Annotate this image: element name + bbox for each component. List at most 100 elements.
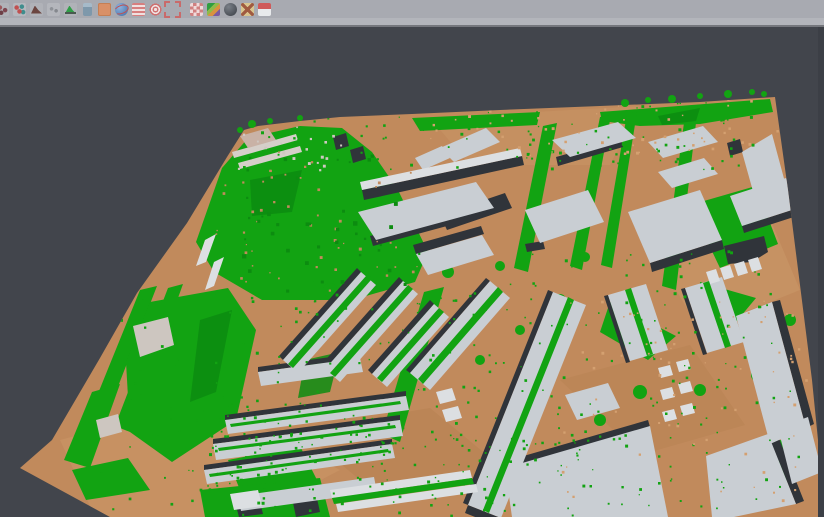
grid-classify-button[interactable]	[188, 1, 205, 18]
speckle-dot	[658, 422, 660, 424]
speckle-dot	[677, 138, 679, 140]
viewport-3d[interactable]	[0, 27, 824, 517]
speckle-dot	[571, 124, 572, 125]
speckle-dot	[609, 148, 611, 150]
speckle-dot	[474, 292, 476, 294]
speckle-dot	[582, 351, 584, 353]
speckle-dot	[217, 412, 219, 414]
speckle-dot	[326, 157, 329, 160]
speckle-dot	[766, 96, 768, 98]
speckle-dot	[701, 137, 703, 139]
speckle-dot	[660, 160, 662, 162]
speckle-dot	[586, 358, 588, 360]
speckle-dot	[295, 321, 298, 324]
speckle-dot	[300, 432, 303, 435]
speckle-dot	[706, 452, 708, 454]
speckle-dot	[263, 497, 265, 499]
speckle-dot	[218, 419, 221, 422]
speckle-dot	[215, 446, 216, 447]
speckle-dot	[177, 359, 179, 361]
speckle-dot	[359, 425, 360, 426]
speckle-dot	[562, 471, 565, 474]
globe-3d-button[interactable]	[113, 1, 130, 18]
speckle-dot	[680, 259, 683, 262]
colormap-button[interactable]	[205, 1, 222, 18]
speckle-dot	[128, 367, 130, 369]
speckle-dot	[756, 401, 759, 404]
speckle-dot	[806, 317, 807, 318]
selection-box-button[interactable]	[164, 1, 181, 18]
speckle-dot	[242, 254, 246, 258]
speckle-dot	[648, 505, 649, 506]
speckle-dot	[599, 436, 601, 438]
speckle-dot	[536, 111, 538, 113]
speckle-dot	[670, 348, 671, 349]
speckle-dot	[551, 151, 552, 152]
speckle-dot	[359, 254, 361, 256]
speckle-dot	[460, 434, 462, 436]
viewport-3d-canvas[interactable]	[0, 27, 824, 517]
target-circle-button[interactable]	[147, 1, 164, 18]
sphere-shaded-button[interactable]	[222, 1, 239, 18]
speckle-dot	[408, 160, 410, 162]
speckle-dot	[243, 232, 245, 234]
speckle-dot	[535, 285, 537, 287]
speckle-dot	[311, 161, 313, 163]
speckle-dot	[639, 488, 642, 491]
speckle-dot	[305, 261, 309, 265]
points-cluster-red-button[interactable]	[0, 1, 11, 18]
speckle-dot	[170, 418, 172, 420]
speckle-dot	[171, 503, 174, 506]
edge-trees-blob	[749, 89, 755, 95]
speckle-dot	[100, 472, 103, 475]
speckle-dot	[317, 188, 320, 191]
speckle-dot	[539, 482, 541, 484]
speckle-dot	[386, 274, 388, 276]
flag-tool-button[interactable]	[256, 1, 273, 18]
speckle-dot	[483, 509, 485, 511]
speckle-dot	[637, 312, 639, 314]
ortho-view-button[interactable]	[96, 1, 113, 18]
speckle-dot	[582, 485, 585, 488]
speckle-dot	[625, 301, 628, 304]
speckle-dot	[691, 318, 694, 321]
speckle-dot	[252, 265, 254, 267]
speckle-dot	[246, 244, 247, 245]
speckle-dot	[538, 126, 539, 127]
profile-view-button[interactable]	[79, 1, 96, 18]
speckle-dot	[378, 249, 381, 252]
speckle-dot	[673, 394, 675, 396]
speckle-dot	[529, 144, 531, 146]
speckle-dot	[790, 358, 792, 360]
points-sparse-button[interactable]	[45, 1, 62, 18]
terrain-dark-button[interactable]	[28, 1, 45, 18]
classified-points-button[interactable]	[11, 1, 28, 18]
speckle-dot	[375, 186, 377, 188]
speckle-dot	[733, 301, 735, 303]
speckle-dot	[623, 119, 625, 121]
speckle-dot	[788, 438, 790, 440]
layers-red-button[interactable]	[130, 1, 147, 18]
flag-tool-icon	[258, 3, 271, 16]
speckle-dot	[769, 440, 771, 442]
clip-cross-button[interactable]	[239, 1, 256, 18]
speckle-dot	[617, 163, 619, 165]
speckle-dot	[531, 158, 533, 160]
speckle-dot	[302, 446, 303, 447]
speckle-dot	[322, 117, 324, 119]
speckle-dot	[526, 157, 527, 158]
terrain-green-button[interactable]	[62, 1, 79, 18]
edge-trees-blob	[237, 127, 243, 133]
speckle-dot	[475, 416, 478, 419]
speckle-dot	[485, 309, 487, 311]
speckle-dot	[285, 404, 287, 406]
colormap-icon	[207, 3, 220, 16]
speckle-dot	[744, 356, 747, 359]
speckle-dot	[776, 130, 779, 133]
speckle-dot	[263, 486, 266, 489]
edge-trees-blob	[697, 93, 703, 99]
speckle-dot	[462, 386, 465, 389]
speckle-dot	[300, 177, 302, 179]
speckle-dot	[275, 106, 277, 108]
speckle-dot	[219, 505, 221, 507]
